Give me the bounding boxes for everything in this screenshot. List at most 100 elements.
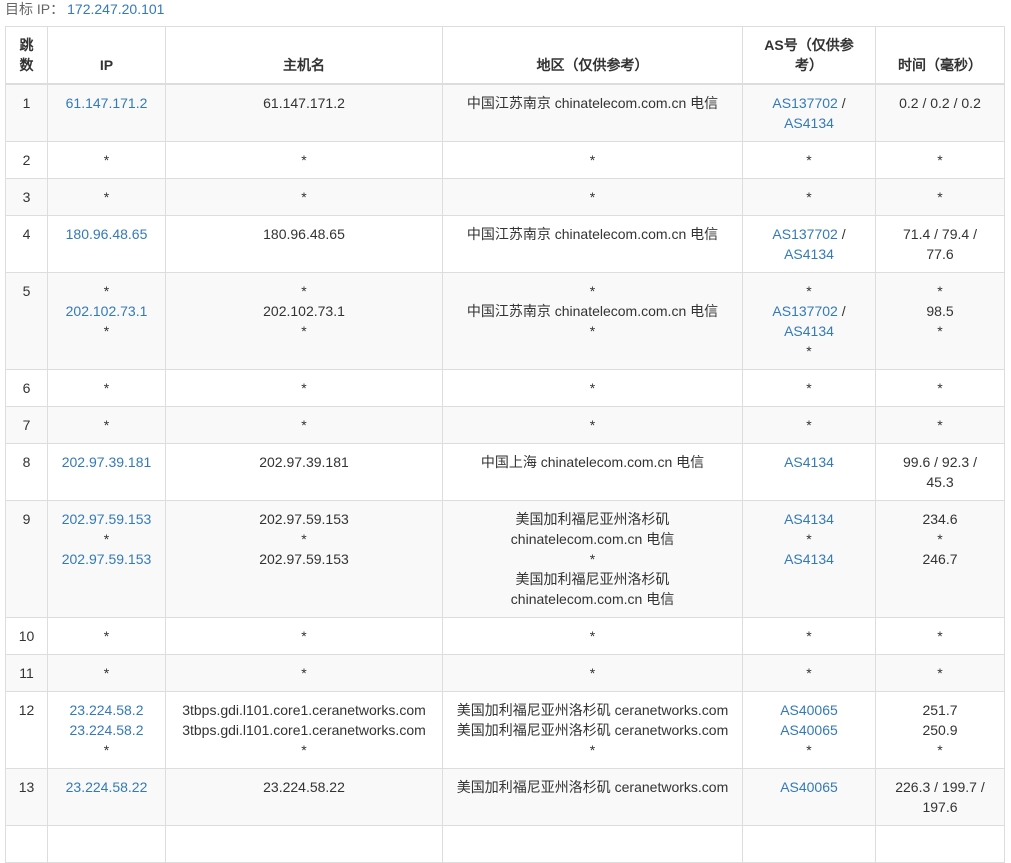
asn-cell: *	[742, 406, 876, 444]
asn-cell: *	[742, 617, 876, 655]
asn-link[interactable]: AS40065	[780, 779, 838, 795]
cell-text: *	[937, 380, 943, 396]
asn-link[interactable]: AS4134	[784, 323, 834, 339]
cell-text: *	[937, 531, 943, 547]
cell-text: 中国江苏南京 chinatelecom.com.cn 电信	[466, 226, 719, 242]
cell-text: *	[301, 628, 307, 644]
table-row: 2 * * * * *	[5, 141, 1005, 179]
cell-line: *	[747, 626, 871, 646]
cell-text: 246.7	[922, 551, 958, 567]
asn-cell: AS137702 / AS4134	[742, 215, 876, 273]
ip-link[interactable]: 202.97.59.153	[62, 551, 152, 567]
asn-link[interactable]: AS137702	[772, 303, 837, 319]
table-row: 13 23.224.58.22 23.224.58.22 美国加利福尼亚州洛杉矶 ce…	[5, 768, 1005, 826]
cell-line: *	[170, 740, 438, 760]
asn-link[interactable]: AS40065	[780, 722, 838, 738]
cell-line: *	[170, 415, 438, 435]
asn-link[interactable]: AS4134	[784, 551, 834, 567]
cell-text: 202.97.59.153	[259, 551, 349, 567]
cell-line: chinatelecom.com.cn 电信	[447, 589, 738, 609]
cell-text: *	[103, 628, 110, 644]
region-cell: *	[442, 369, 743, 407]
cell-line: *	[52, 529, 161, 549]
ip-link[interactable]: 180.96.48.65	[66, 226, 148, 242]
cell-line: *	[447, 740, 738, 760]
hostname-cell: 61.147.171.2	[165, 83, 443, 142]
cell-text: 3tbps.gdi.l101.core1.ceranetworks.com	[182, 702, 426, 718]
ip-link[interactable]: 202.97.59.153	[62, 511, 152, 527]
cell-text: *	[301, 742, 307, 758]
cell-text: 中国上海 chinatelecom.com.cn 电信	[480, 454, 705, 470]
traceroute-table: 跳数 IP 主机名 地区（仅供参考） AS号（仅供参考） 时间（毫秒） 1 61.…	[5, 26, 1005, 863]
asn-link[interactable]: AS40065	[780, 702, 838, 718]
hostname-cell: *	[165, 617, 443, 655]
table-row: 7 * * * * *	[5, 406, 1005, 444]
table-row: 3 * * * * *	[5, 178, 1005, 216]
cell-text: *	[937, 189, 943, 205]
cell-line: 246.7	[880, 549, 1000, 569]
cell-line: chinatelecom.com.cn 电信	[447, 529, 738, 549]
cell-text: 99.6 / 92.3 /	[903, 454, 977, 470]
hop-cell: 9	[5, 500, 48, 618]
cell-line: *	[880, 529, 1000, 549]
cell-line: 美国加利福尼亚州洛杉矶	[447, 569, 738, 589]
cell-text: *	[806, 742, 812, 758]
cell-line: AS4134	[747, 113, 871, 133]
ip-link[interactable]: 23.224.58.2	[70, 702, 144, 718]
region-cell: 美国加利福尼亚州洛杉矶 chinatelecom.com.cn 电信 * 美国加利福尼…	[442, 500, 743, 618]
time-cell	[875, 825, 1005, 863]
cell-line: 23.224.58.22	[52, 777, 161, 797]
asn-link[interactable]: AS4134	[784, 454, 834, 470]
cell-line: 美国加利福尼亚州洛杉矶 ceranetworks.com	[447, 777, 738, 797]
cell-text: *	[806, 189, 812, 205]
target-ip-label: 目标 IP：	[5, 1, 65, 17]
hostname-cell: 202.97.39.181	[165, 443, 443, 501]
target-ip-bar: 目标 IP： 172.247.20.101	[0, 0, 1011, 22]
ip-link[interactable]: 23.224.58.22	[66, 779, 148, 795]
cell-text: *	[103, 323, 110, 339]
table-row: 6 * * * * *	[5, 369, 1005, 407]
cell-line: *	[170, 378, 438, 398]
ip-link[interactable]: 202.102.73.1	[66, 303, 148, 319]
time-cell: *	[875, 654, 1005, 692]
time-cell: 71.4 / 79.4 / 77.6	[875, 215, 1005, 273]
region-cell: * 中国江苏南京 chinatelecom.com.cn 电信 *	[442, 272, 743, 370]
cell-line: 202.97.59.153	[52, 549, 161, 569]
ip-link[interactable]: 61.147.171.2	[66, 95, 148, 111]
hostname-cell: *	[165, 369, 443, 407]
asn-cell: AS40065	[742, 768, 876, 826]
asn-link[interactable]: AS4134	[784, 115, 834, 131]
asn-link[interactable]: AS4134	[784, 511, 834, 527]
cell-line: AS4134	[747, 549, 871, 569]
ip-cell: 61.147.171.2	[47, 83, 166, 142]
cell-line: 中国江苏南京 chinatelecom.com.cn 电信	[447, 93, 738, 113]
asn-link[interactable]: AS137702	[772, 226, 837, 242]
cell-line: 3tbps.gdi.l101.core1.ceranetworks.com	[170, 700, 438, 720]
cell-line: *	[747, 341, 871, 361]
time-cell: 99.6 / 92.3 / 45.3	[875, 443, 1005, 501]
hostname-cell: *	[165, 654, 443, 692]
region-cell: *	[442, 654, 743, 692]
cell-line: *	[170, 321, 438, 341]
cell-line: *	[447, 150, 738, 170]
asn-link[interactable]: AS4134	[784, 246, 834, 262]
region-cell	[442, 825, 743, 863]
ip-link[interactable]: 23.224.58.2	[70, 722, 144, 738]
cell-text: 美国加利福尼亚州洛杉矶 ceranetworks.com	[456, 722, 729, 738]
asn-cell: *	[742, 178, 876, 216]
cell-line	[447, 834, 738, 854]
ip-link[interactable]: 202.97.39.181	[62, 454, 152, 470]
asn-link[interactable]: AS137702	[772, 95, 837, 111]
cell-line: *	[880, 378, 1000, 398]
cell-text: *	[806, 417, 812, 433]
region-cell: *	[442, 141, 743, 179]
table-row: 4 180.96.48.65 180.96.48.65 中国江苏南京 chinatel…	[5, 215, 1005, 273]
cell-text: *	[589, 283, 596, 299]
cell-line: *	[52, 415, 161, 435]
cell-line: *	[447, 281, 738, 301]
cell-text: 3tbps.gdi.l101.core1.ceranetworks.com	[182, 722, 426, 738]
header-hop: 跳数	[5, 26, 48, 85]
ip-cell: 23.224.58.2 23.224.58.2 *	[47, 691, 166, 769]
cell-line: *	[170, 626, 438, 646]
hostname-cell: 3tbps.gdi.l101.core1.ceranetworks.com 3tb…	[165, 691, 443, 769]
